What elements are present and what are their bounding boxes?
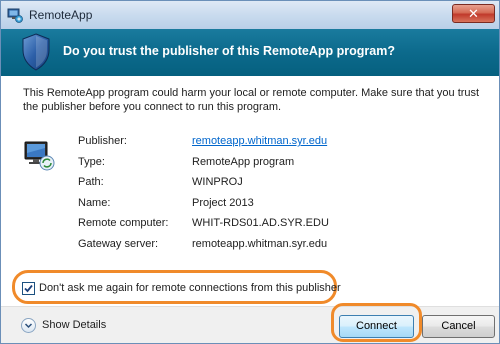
dont-ask-again-checkbox[interactable] (22, 282, 35, 295)
dont-ask-again-option[interactable]: Don't ask me again for remote connection… (12, 270, 341, 304)
shield-icon (22, 33, 50, 71)
title-bar[interactable]: RemoteApp ✕ (1, 1, 499, 29)
window-title: RemoteApp (29, 8, 93, 22)
checkmark-icon (24, 284, 33, 293)
detail-value: RemoteApp program (192, 155, 295, 168)
show-details-label[interactable]: Show Details (42, 319, 106, 331)
publisher-link[interactable]: remoteapp.whitman.syr.edu (192, 135, 327, 147)
warning-text: This RemoteApp program could harm your l… (23, 87, 480, 113)
detail-label: Name: (78, 196, 111, 209)
dont-ask-again-label[interactable]: Don't ask me again for remote connection… (39, 282, 341, 294)
detail-label: Gateway server: (78, 237, 159, 250)
detail-value: Project 2013 (192, 196, 254, 209)
remoteapp-dialog: RemoteApp ✕ Do you trust the publisher o… (0, 0, 500, 344)
dialog-footer: Show Details Connect Cancel (1, 306, 499, 343)
close-button[interactable]: ✕ (452, 4, 495, 23)
header-band: Do you trust the publisher of this Remot… (1, 29, 499, 76)
remoteapp-icon (7, 8, 23, 23)
detail-label: Path: (78, 176, 104, 188)
remote-computer-icon (24, 141, 55, 171)
detail-label: Remote computer: (78, 217, 169, 229)
cancel-button[interactable]: Cancel (422, 315, 495, 338)
detail-value: WHIT-RDS01.AD.SYR.EDU (192, 217, 329, 229)
close-icon: ✕ (468, 6, 479, 21)
content-area: This RemoteApp program could harm your l… (1, 76, 499, 343)
detail-label: Type: (78, 155, 105, 168)
header-question: Do you trust the publisher of this Remot… (63, 44, 395, 58)
detail-label: Publisher: (78, 135, 127, 147)
chevron-down-icon[interactable] (21, 318, 36, 333)
connect-highlight-ring (331, 303, 422, 342)
detail-value: remoteapp.whitman.syr.edu (192, 237, 328, 250)
detail-value: WINPROJ (192, 176, 243, 188)
